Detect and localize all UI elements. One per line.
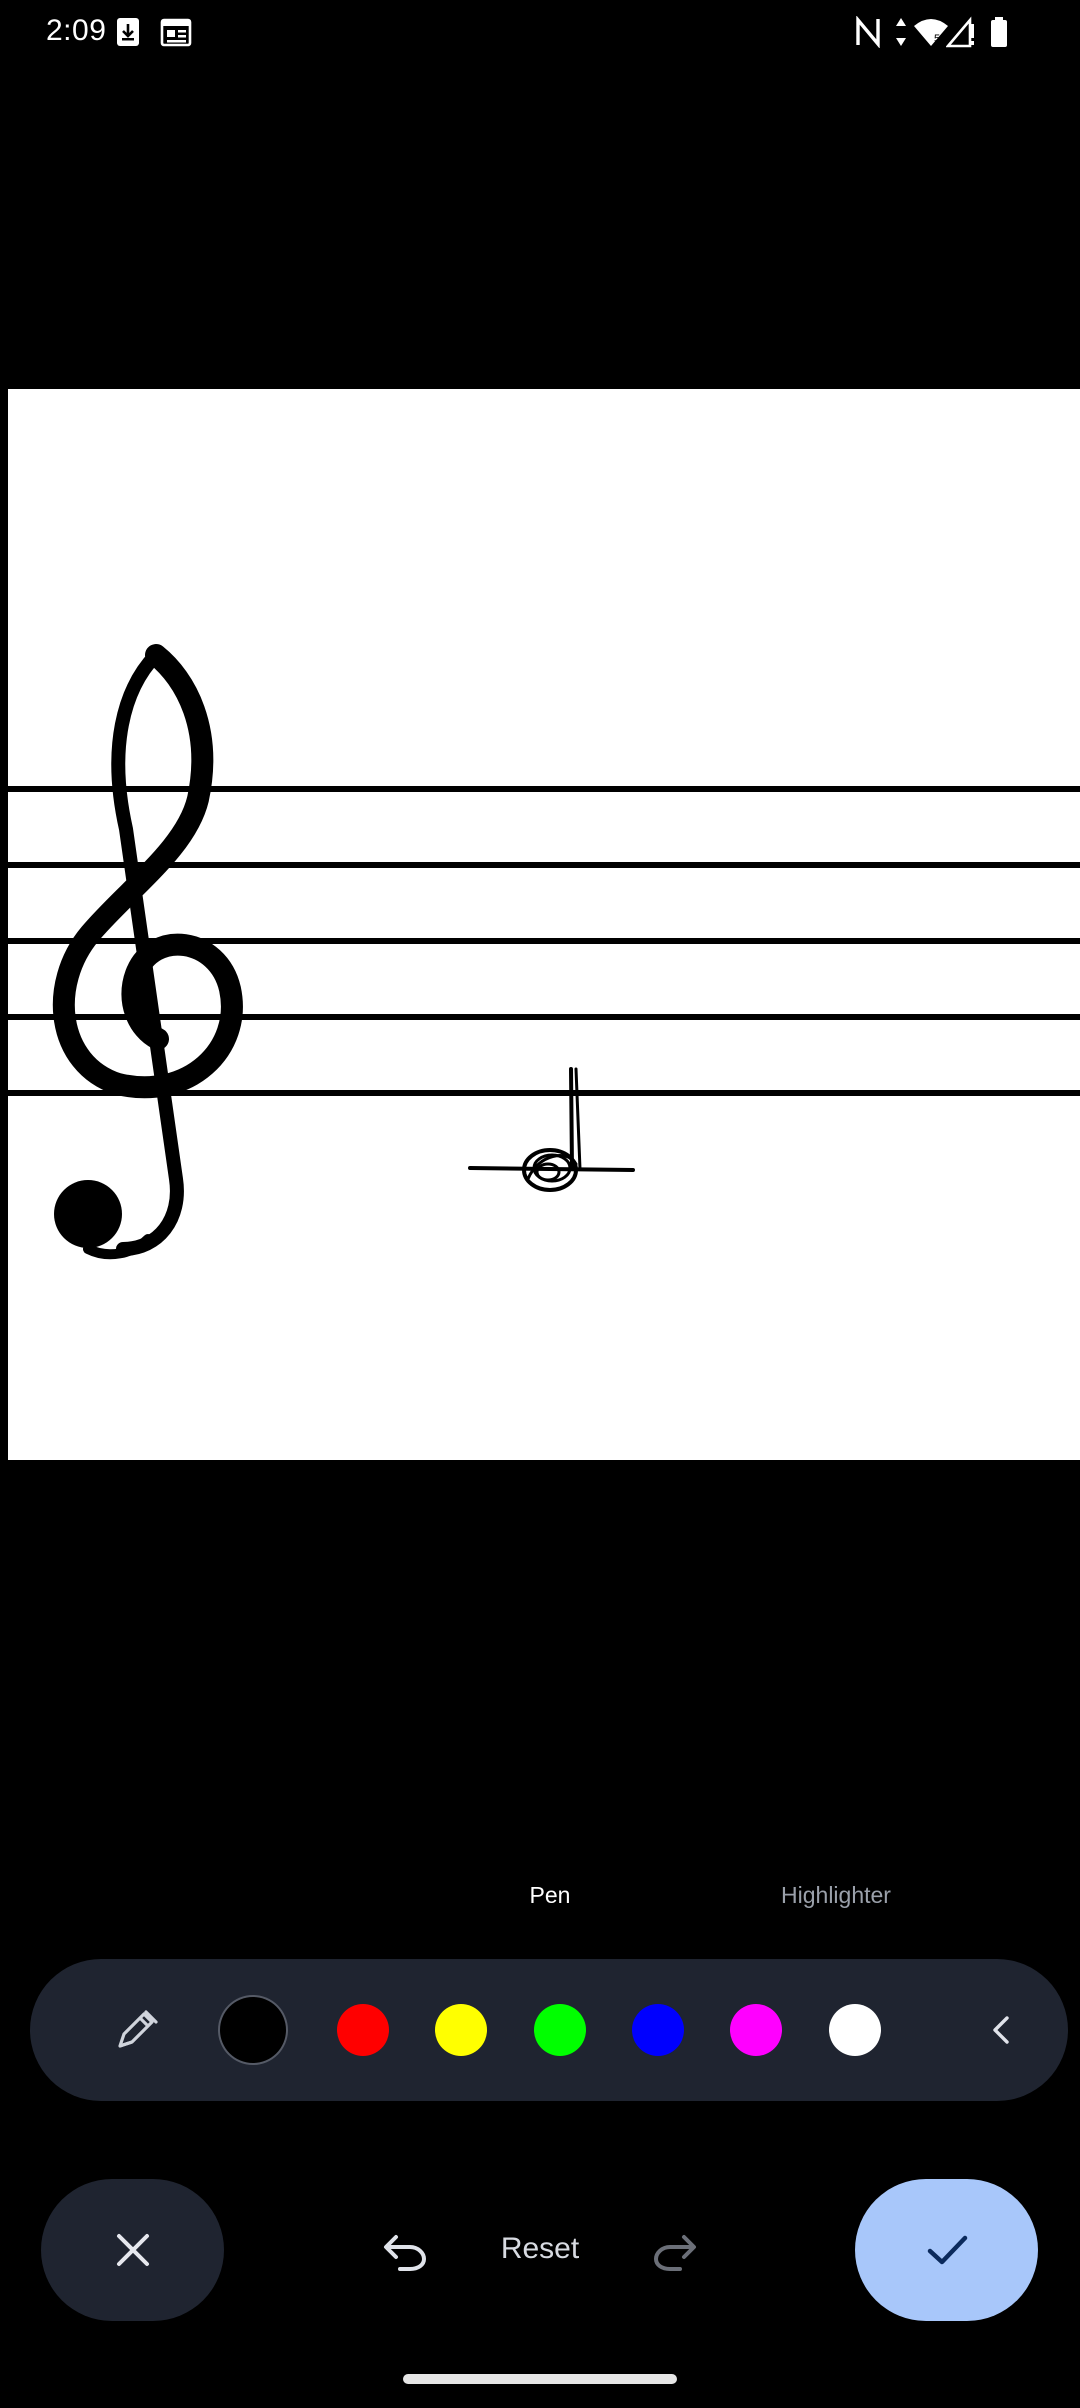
pen-tool-button[interactable] (104, 1998, 168, 2062)
color-swatch-black[interactable] (220, 1997, 286, 2063)
tool-mode-highlighter[interactable]: Highlighter (781, 1882, 891, 1909)
hand-drawn-note (468, 1067, 635, 1192)
color-swatch-red[interactable] (337, 2004, 389, 2056)
status-time: 2:09 (46, 14, 107, 47)
close-icon (116, 2234, 149, 2266)
treble-clef-icon (52, 644, 243, 1260)
download-icon (117, 18, 139, 46)
tool-mode-pen[interactable]: Pen (530, 1882, 571, 1909)
pen-icon (118, 2010, 158, 2048)
redo-icon (653, 2235, 696, 2271)
redo-button[interactable] (642, 2217, 708, 2283)
status-bar: 2:09 5 (0, 0, 1080, 64)
reset-button[interactable]: Reset (501, 2232, 579, 2266)
data-arrows-icon (896, 18, 906, 46)
drawing-canvas[interactable] (8, 389, 1080, 1460)
chevron-left-icon (993, 2016, 1009, 2044)
markup-editor-screen: 2:09 5 Pen Highlighter Reset (0, 0, 1080, 2408)
undo-button[interactable] (372, 2217, 438, 2283)
svg-text:5: 5 (934, 33, 940, 45)
color-swatch-yellow[interactable] (435, 2004, 487, 2056)
home-indicator[interactable] (403, 2374, 677, 2384)
color-swatch-white[interactable] (829, 2004, 881, 2056)
collapse-colors-button[interactable] (970, 1998, 1034, 2062)
battery-icon (991, 17, 1007, 47)
calendar-icon (160, 18, 192, 47)
color-swatch-green[interactable] (534, 2004, 586, 2056)
color-swatch-blue[interactable] (632, 2004, 684, 2056)
color-swatch-magenta[interactable] (730, 2004, 782, 2056)
nfc-icon (856, 16, 880, 48)
undo-icon (384, 2235, 427, 2271)
cancel-button[interactable] (41, 2179, 224, 2321)
wifi-icon: 5 (914, 19, 948, 46)
check-icon (927, 2235, 967, 2265)
color-toolbar (30, 1959, 1068, 2101)
music-staff-image (8, 644, 1080, 1260)
done-button[interactable] (855, 2179, 1038, 2321)
signal-icon (946, 16, 974, 48)
